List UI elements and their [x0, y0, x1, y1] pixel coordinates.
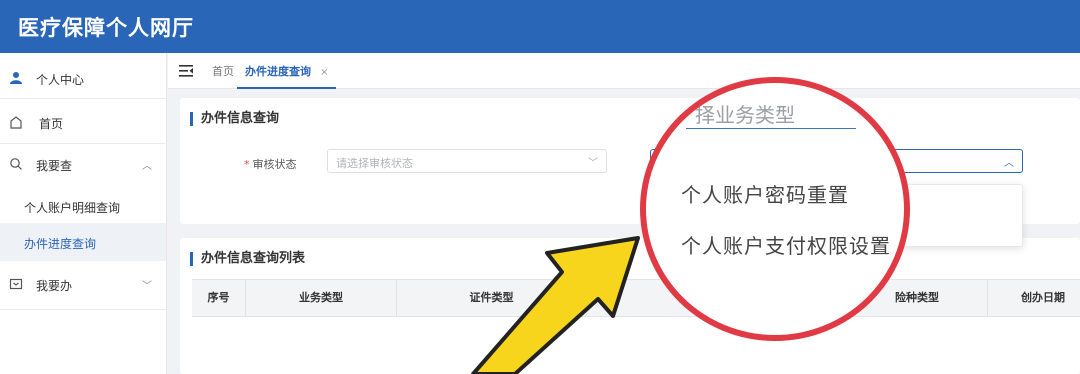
- divider: [0, 309, 166, 310]
- column-header-index: 序号: [192, 280, 246, 316]
- sidebar-item-user-center[interactable]: 个人中心: [0, 71, 166, 87]
- sidebar-item-label: 我要查: [36, 159, 73, 173]
- sidebar-item-label: 办件进度查询: [24, 237, 97, 251]
- divider: [0, 143, 166, 144]
- sidebar: 个人中心 首页 我要查 ︿ 个人账户明细查询 办件进度查询 我要办 ﹀: [0, 53, 167, 374]
- search-icon: [10, 158, 22, 170]
- status-select[interactable]: 请选择审核状态 ﹀: [327, 149, 607, 173]
- sidebar-item-progress-query[interactable]: 办件进度查询: [0, 223, 166, 261]
- sidebar-item-home[interactable]: 首页: [0, 115, 166, 131]
- home-icon: [10, 116, 22, 129]
- app-header: 医疗保障个人网厅: [0, 0, 1080, 53]
- business-type-placeholder: 择业务类型: [695, 103, 795, 127]
- inbox-icon: [9, 278, 23, 290]
- sidebar-item-label: 个人中心: [36, 73, 85, 87]
- sidebar-group-query[interactable]: 我要查 ︿: [0, 157, 166, 173]
- option-payment-permission[interactable]: 个人账户支付权限设置: [681, 230, 891, 259]
- tab-label: 办件进度查询: [245, 65, 311, 78]
- chevron-up-icon: ︿: [142, 161, 152, 172]
- column-header-business-type: 业务类型: [246, 280, 397, 316]
- chevron-up-icon: ︿: [1004, 158, 1014, 169]
- sidebar-group-handle[interactable]: 我要办 ﹀: [0, 277, 166, 293]
- app-title: 医疗保障个人网厅: [18, 16, 194, 40]
- column-header-created-date: 创办日期: [1021, 291, 1065, 304]
- chevron-down-icon: ﹀: [588, 158, 598, 169]
- sidebar-item-account-detail[interactable]: 个人账户明细查询: [0, 199, 166, 215]
- status-label: * 审核状态: [244, 158, 297, 171]
- sidebar-item-label: 首页: [39, 117, 64, 131]
- menu-toggle-icon[interactable]: [179, 65, 193, 77]
- tab-progress-query[interactable]: 办件进度查询 ×: [237, 53, 337, 89]
- pointer-arrow-icon: [471, 236, 640, 374]
- query-card-title: 办件信息查询: [190, 112, 279, 126]
- chevron-down-icon: ﹀: [142, 281, 152, 292]
- tab-bar: 首页 办件进度查询 ×: [168, 53, 1080, 89]
- user-icon: [10, 72, 22, 84]
- close-icon[interactable]: ×: [320, 67, 328, 78]
- input-underline: [686, 128, 856, 129]
- divider: [0, 98, 166, 99]
- list-card-title: 办件信息查询列表: [190, 252, 305, 266]
- sidebar-item-label: 我要办: [36, 279, 73, 293]
- tab-home[interactable]: 首页: [212, 63, 234, 79]
- status-placeholder: 请选择审核状态: [336, 157, 413, 170]
- magnifier-highlight: 择业务类型 个人账户密码重置 个人账户支付权限设置: [640, 77, 910, 341]
- sidebar-item-label: 个人账户明细查询: [24, 201, 121, 215]
- option-password-reset[interactable]: 个人账户密码重置: [681, 179, 849, 208]
